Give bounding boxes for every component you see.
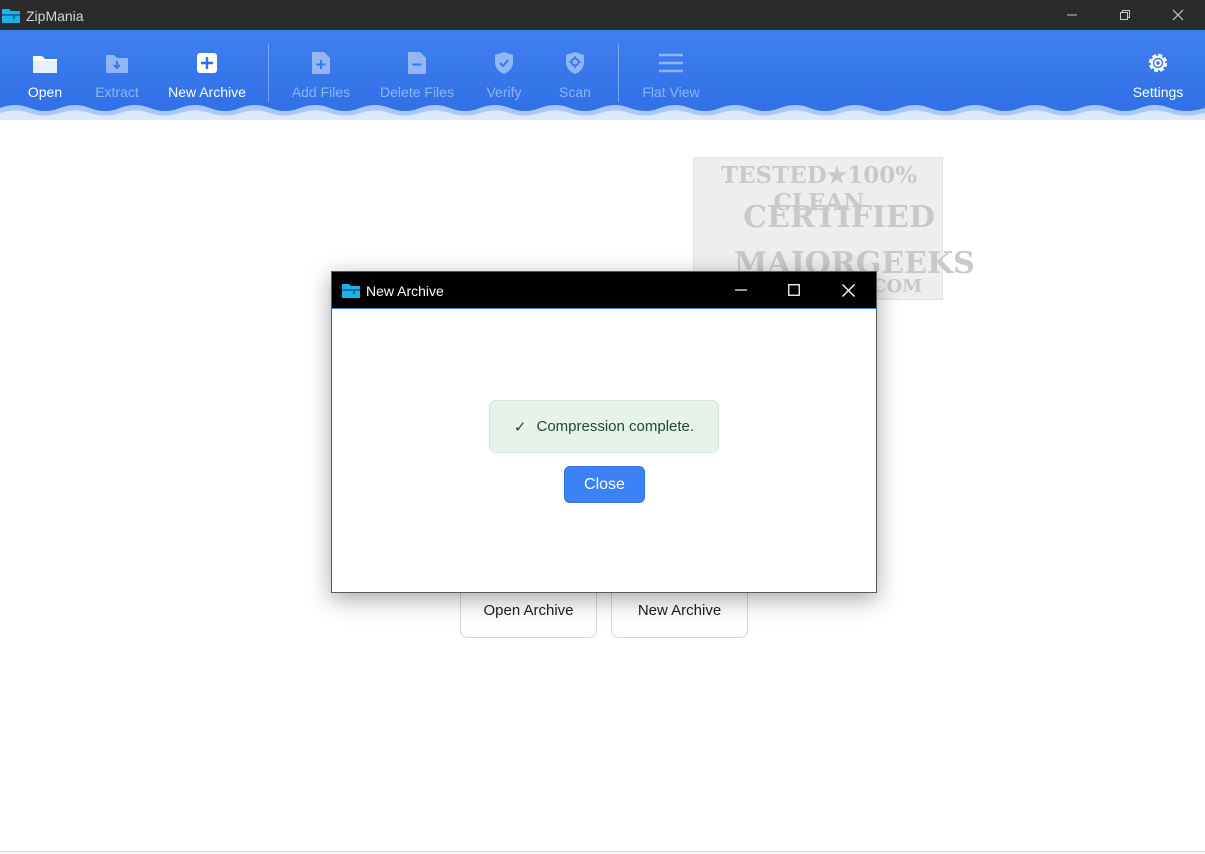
settings-button[interactable]: Settings — [1128, 30, 1188, 110]
checkmark-icon: ✓ — [513, 418, 527, 436]
app-folder-icon — [2, 9, 20, 23]
success-message: ✓ Compression complete. — [489, 400, 719, 453]
dialog-title: New Archive — [366, 283, 444, 299]
scan-label: Scan — [559, 84, 591, 100]
toolbar-wave-decoration — [0, 105, 1205, 120]
shield-check-icon — [491, 50, 517, 76]
delete-files-label: Delete Files — [380, 84, 454, 100]
settings-label: Settings — [1132, 84, 1184, 100]
gear-icon — [1145, 50, 1171, 76]
scan-button[interactable]: Scan — [550, 30, 600, 110]
toolbar-separator — [618, 44, 619, 102]
close-button-label: Close — [584, 475, 625, 493]
minimize-button[interactable] — [1048, 0, 1096, 30]
new-archive-button[interactable]: New Archive — [160, 30, 254, 110]
window-title: ZipMania — [26, 8, 84, 24]
add-files-label: Add Files — [291, 84, 351, 100]
flat-view-label: Flat View — [642, 84, 700, 100]
add-file-icon — [308, 50, 334, 76]
minimize-icon — [1067, 14, 1077, 16]
verify-label: Verify — [486, 84, 522, 100]
close-window-button[interactable] — [1154, 0, 1202, 30]
dialog-close-window-button[interactable] — [822, 272, 874, 308]
new-archive-main-label: New Archive — [637, 601, 722, 619]
watermark-line-2: CERTIFIED — [743, 200, 935, 235]
new-archive-dialog: New Archive ✓ Compression complete. Clos… — [331, 271, 877, 593]
close-button[interactable]: Close — [564, 466, 645, 503]
success-message-text: Compression complete. — [536, 418, 695, 435]
dialog-maximize-button[interactable] — [768, 272, 820, 308]
extract-button[interactable]: Extract — [88, 30, 146, 110]
shield-scan-icon — [562, 50, 588, 76]
toolbar-separator — [268, 44, 269, 102]
flat-view-button[interactable]: Flat View — [636, 30, 706, 110]
dialog-minimize-button[interactable] — [715, 272, 767, 308]
open-label: Open — [27, 84, 63, 100]
minimize-icon — [735, 289, 747, 291]
delete-files-button[interactable]: Delete Files — [372, 30, 462, 110]
open-button[interactable]: Open — [18, 30, 72, 110]
dialog-folder-icon — [342, 284, 360, 298]
verify-button[interactable]: Verify — [478, 30, 530, 110]
toolbar: Open Extract New Archive Add Files Delet… — [0, 30, 1205, 120]
add-files-button[interactable]: Add Files — [286, 30, 356, 110]
plus-square-icon — [194, 50, 220, 76]
folder-open-icon — [32, 50, 58, 76]
main-title-bar: ZipMania — [0, 0, 1205, 30]
close-icon — [841, 283, 855, 297]
delete-file-icon — [404, 50, 430, 76]
restore-button[interactable] — [1101, 0, 1149, 30]
extract-icon — [104, 50, 130, 76]
bottom-border — [0, 851, 1205, 852]
restore-icon — [1120, 10, 1130, 20]
new-archive-label: New Archive — [168, 84, 246, 100]
dialog-title-bar: New Archive — [332, 272, 876, 309]
open-archive-label: Open Archive — [483, 601, 574, 619]
list-icon — [658, 50, 684, 76]
maximize-icon — [788, 284, 800, 296]
close-icon — [1172, 9, 1184, 21]
extract-label: Extract — [95, 84, 139, 100]
